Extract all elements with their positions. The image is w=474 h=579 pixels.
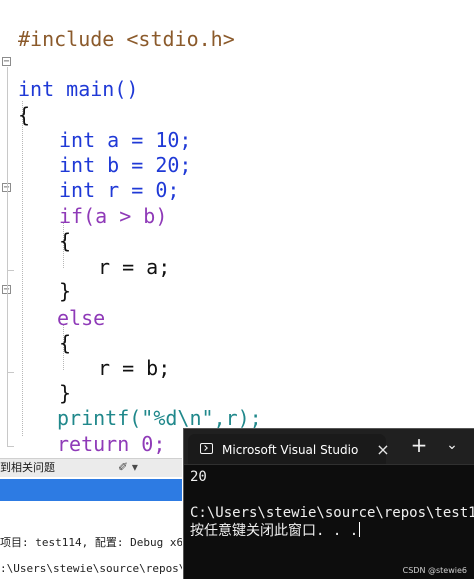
else-close-brace-line[interactable]: } (0, 354, 474, 405)
watermark: CSDN @stewie6 (402, 566, 467, 575)
if-close-brace-line[interactable]: } (0, 252, 474, 303)
code-editor[interactable]: − − − #include <stdio.h> int main() { in… (0, 0, 474, 458)
close-window-prompt: 按任意键关闭此窗口. . . (190, 522, 361, 539)
text-cursor (359, 522, 361, 537)
include-line[interactable]: #include <stdio.h> (0, 0, 474, 51)
chevron-down-icon[interactable]: ⌄ (445, 436, 459, 454)
output-path-line: :\Users\stewie\source\repos\test114 (0, 562, 182, 575)
terminal-tab-title: Microsoft Visual Studio 调试控 (222, 443, 362, 457)
terminal-tab-strip: Microsoft Visual Studio 调试控 × + ⌄ (184, 429, 474, 465)
main-open-brace-line[interactable]: { (0, 76, 474, 127)
screenshot-root: − − − #include <stdio.h> int main() { in… (0, 0, 474, 579)
related-issues-label[interactable]: 到相关问题 (0, 461, 55, 474)
else-open-brace-line[interactable]: { (0, 304, 474, 355)
output-panel[interactable]: 项目: test114, 配置: Debug x64 ----- :\Users… (0, 501, 182, 579)
declaration-r-line[interactable]: int r = 0; (0, 151, 474, 202)
error-list-statusbar: 到相关问题 (0, 458, 182, 477)
include-directive: #include <stdio.h> (18, 27, 235, 51)
debug-console-window[interactable]: Microsoft Visual Studio 调试控 × + ⌄ 20 C:\… (183, 428, 474, 579)
main-signature-line[interactable]: int main() (0, 50, 474, 101)
terminal-tab[interactable]: Microsoft Visual Studio 调试控 × (188, 434, 390, 464)
assign-a-line[interactable]: r = a; (0, 228, 474, 279)
assign-b-line[interactable]: r = b; (0, 329, 474, 380)
terminal-window-icon (200, 443, 213, 454)
plus-icon[interactable]: + (410, 435, 428, 455)
build-tools-icon[interactable]: ✐ ▾ (118, 460, 140, 474)
output-build-line: 项目: test114, 配置: Debug x64 ----- (0, 536, 182, 549)
program-path: C:\Users\stewie\source\repos\test114 (190, 505, 474, 521)
printf-line[interactable]: printf("%d\n",r); (0, 379, 474, 430)
else-line[interactable]: else (0, 279, 474, 330)
close-icon[interactable]: × (376, 441, 390, 459)
declaration-a-line[interactable]: int a = 10; (0, 101, 474, 152)
declaration-b-line[interactable]: int b = 20; (0, 126, 474, 177)
if-open-brace-line[interactable]: { (0, 202, 474, 253)
program-result: 20 (190, 469, 207, 485)
visual-studio-status-strip (0, 479, 182, 501)
terminal-output[interactable]: 20 C:\Users\stewie\source\repos\test114 … (184, 465, 474, 579)
if-line[interactable]: if(a > b) (0, 177, 474, 228)
